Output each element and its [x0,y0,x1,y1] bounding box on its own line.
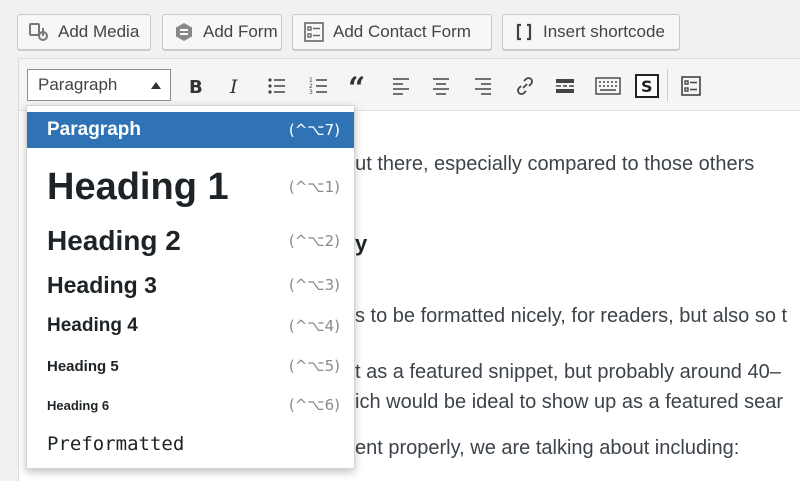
media-buttons-row: Add Media Add Form Add Contact Form Inse… [0,0,800,58]
format-option-heading-2[interactable]: Heading 2 (^⌥2) [27,218,354,264]
content-line: out there, especially compared to those … [344,153,755,175]
format-option-label: Paragraph [47,119,141,140]
format-option-heading-6[interactable]: Heading 6 (^⌥6) [27,386,354,424]
media-icon [28,21,50,43]
format-option-shortcut: (^⌥5) [288,357,340,375]
contact-form-icon [303,21,325,43]
format-select-value: Paragraph [38,75,118,94]
format-option-heading-4[interactable]: Heading 4 (^⌥4) [27,306,354,346]
align-left-icon[interactable] [387,72,415,100]
format-option-heading-1[interactable]: Heading 1 (^⌥1) [27,156,354,218]
toolbar-toggle-icon[interactable] [593,72,623,100]
format-option-shortcut: (^⌥7) [288,121,340,139]
editor-toolbar: Paragraph B I 123 “ S [19,59,800,111]
format-option-label: Heading 2 [47,225,181,256]
toolbar-divider [667,69,668,101]
content-line: s to be formatted nicely, for readers, b… [355,305,788,327]
format-select[interactable]: Paragraph [27,69,171,101]
content-heading: y [355,231,368,256]
align-right-icon[interactable] [469,72,497,100]
shortcode-icon [513,21,535,43]
insert-shortcode-label: Insert shortcode [543,22,665,41]
format-option-label: Heading 1 [47,165,229,208]
link-icon[interactable] [511,72,539,100]
svg-text:“: “ [348,76,365,96]
format-option-label: Heading 4 [47,315,138,336]
content-line: ich would be ideal to show up as a featu… [355,391,784,413]
insert-shortcode-button[interactable]: Insert shortcode [502,14,680,50]
add-contact-form-label: Add Contact Form [333,22,471,41]
format-option-heading-5[interactable]: Heading 5 (^⌥5) [27,346,354,386]
format-option-shortcut: (^⌥4) [288,317,340,335]
format-option-heading-3[interactable]: Heading 3 (^⌥3) [27,264,354,306]
svg-text:I: I [229,76,238,96]
format-option-preformatted[interactable]: Preformatted [27,424,354,464]
format-option-shortcut: (^⌥3) [288,276,340,294]
add-form-label: Add Form [203,22,278,41]
bold-icon[interactable]: B [181,72,209,100]
add-media-button[interactable]: Add Media [17,14,151,50]
form-icon [173,21,195,43]
content-line: ent properly, we are talking about inclu… [355,437,740,459]
svg-text:3: 3 [309,89,313,96]
format-option-shortcut: (^⌥6) [288,396,340,414]
format-option-paragraph[interactable]: Paragraph (^⌥7) [27,112,354,148]
format-option-label: Preformatted [47,433,185,455]
numbered-list-icon[interactable]: 123 [305,72,333,100]
italic-icon[interactable]: I [221,72,249,100]
add-form-button[interactable]: Add Form [162,14,282,50]
align-center-icon[interactable] [427,72,455,100]
format-option-label: Heading 5 [47,357,119,375]
form-insert-icon[interactable] [677,72,705,100]
content-line: t as a featured snippet, but probably ar… [355,361,781,383]
blockquote-icon[interactable]: “ [345,72,373,100]
format-dropdown-menu: Paragraph (^⌥7) Heading 1 (^⌥1) Heading … [26,105,355,469]
format-option-shortcut: (^⌥2) [288,232,340,250]
read-more-icon[interactable] [551,72,579,100]
bulleted-list-icon[interactable] [263,72,291,100]
chevron-up-icon [151,82,161,89]
shortcode-s-icon[interactable]: S [633,72,661,100]
add-contact-form-button[interactable]: Add Contact Form [292,14,492,50]
format-option-label: Heading 6 [47,397,110,413]
add-media-label: Add Media [58,22,140,41]
format-option-shortcut: (^⌥1) [288,178,340,196]
svg-text:B: B [189,77,203,96]
format-option-label: Heading 3 [47,271,157,298]
svg-text:S: S [641,77,653,96]
